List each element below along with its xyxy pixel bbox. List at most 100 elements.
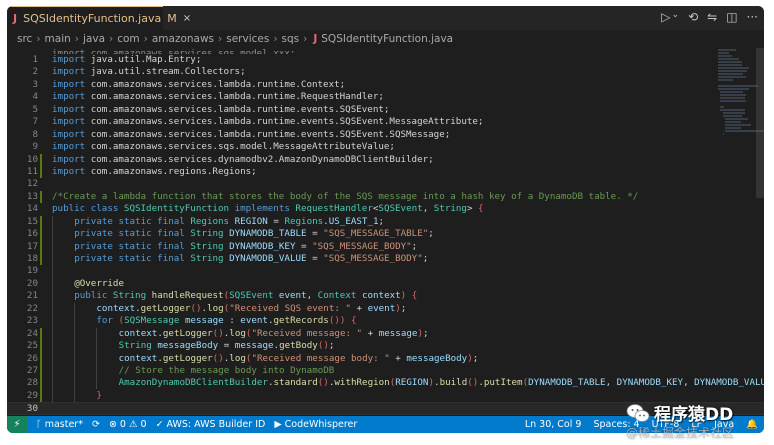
code-line[interactable]: 16 private static final String DYNAMODB_T… xyxy=(7,228,764,241)
git-added-gutter[interactable] xyxy=(40,228,42,241)
problems-indicator[interactable]: ⊗ 0 ⚠ 0 xyxy=(109,419,147,430)
code-token: import xyxy=(52,66,91,78)
git-added-gutter[interactable] xyxy=(40,340,42,353)
line-number: 15 xyxy=(26,215,38,227)
code-line[interactable]: 4 import com.amazonaws.services.lambda.ru… xyxy=(7,91,764,103)
aws-connection[interactable]: ✓ AWS: AWS Builder ID xyxy=(156,419,266,430)
git-added-gutter[interactable] xyxy=(40,352,42,365)
code-text: private static final String DYNAMODB_VAL… xyxy=(52,253,428,265)
git-added-gutter[interactable] xyxy=(40,165,42,179)
code-token: private static final xyxy=(74,215,191,227)
code-editor[interactable]: import com.amazonaws.services.sqs.model.… xyxy=(7,48,764,416)
git-added-gutter[interactable] xyxy=(40,240,42,253)
breadcrumb-item[interactable]: sqs xyxy=(282,33,300,45)
code-token: messageBody xyxy=(157,340,219,352)
code-line[interactable]: 1 import java.util.Map.Entry; xyxy=(7,54,764,66)
code-token: REGION xyxy=(234,215,268,227)
code-token: DYNAMODB_VALUE xyxy=(694,377,764,389)
code-token: withRegion xyxy=(334,377,390,389)
branch-name: master* xyxy=(44,419,83,430)
minimap-line xyxy=(720,97,746,99)
code-line[interactable]: 13 /*Create a lambda function that stores… xyxy=(7,190,764,204)
code-line[interactable]: 26 context.getLogger().log("Received mess… xyxy=(7,352,764,365)
code-line[interactable]: 9 import com.amazonaws.services.sqs.model… xyxy=(7,141,764,153)
code-token: message xyxy=(234,340,274,352)
code-line[interactable]: 28 AmazonDynamoDBClientBuilder.standard()… xyxy=(7,377,764,390)
tab-modified-indicator: M xyxy=(167,12,177,25)
code-line[interactable]: 19 xyxy=(7,265,764,277)
code-line[interactable]: 18 private static final String DYNAMODB_V… xyxy=(7,253,764,266)
code-line[interactable]: 20 @Override xyxy=(7,278,764,290)
code-line[interactable]: 5 import com.amazonaws.services.lambda.ru… xyxy=(7,104,764,116)
code-token: AmazonDynamoDBClientBuilder xyxy=(118,377,268,389)
remote-icon[interactable]: ⚡ xyxy=(7,416,27,433)
breadcrumb-item[interactable]: amazonaws xyxy=(152,33,214,45)
code-line[interactable]: 3 import com.amazonaws.services.lambda.ru… xyxy=(7,79,764,91)
split-editor-icon[interactable]: ◫ xyxy=(726,10,737,24)
code-text: import java.util.stream.Collectors; xyxy=(52,66,246,78)
git-added-gutter[interactable] xyxy=(40,364,42,378)
line-number: 28 xyxy=(26,377,38,389)
code-text: import com.amazonaws.services.lambda.run… xyxy=(52,91,384,103)
code-token: SQSEvent xyxy=(229,290,279,302)
scrollbar[interactable] xyxy=(756,48,764,198)
more-actions-icon[interactable]: ··· xyxy=(747,10,758,24)
breadcrumb-item[interactable]: com xyxy=(117,33,139,45)
run-icon[interactable]: ▷ xyxy=(661,10,670,24)
code-line[interactable]: 15 private static final Regions REGION = … xyxy=(7,215,764,229)
tab-filename: SQSIdentityFunction.java xyxy=(23,12,162,25)
open-changes-icon[interactable]: ⇋ xyxy=(707,10,717,24)
git-added-gutter[interactable] xyxy=(40,153,42,166)
git-added-gutter[interactable] xyxy=(40,215,42,229)
code-token: () xyxy=(467,377,479,389)
chevron-down-icon[interactable]: ⌄ xyxy=(672,10,680,24)
code-token: import xyxy=(52,91,91,103)
code-token: SQSIdentityFunction xyxy=(123,203,235,215)
code-token: getBody xyxy=(279,340,318,352)
code-line[interactable]: 24 context.getLogger().log("Received mess… xyxy=(7,327,764,341)
git-added-gutter[interactable] xyxy=(40,377,42,390)
minimap[interactable] xyxy=(718,48,764,188)
codewhisperer-indicator[interactable]: ▶ CodeWhisperer xyxy=(274,419,357,430)
breadcrumb-item[interactable]: services xyxy=(226,33,269,45)
watermark: 程序猿DD @稀土掘金技术社区 xyxy=(612,398,774,443)
git-added-gutter[interactable] xyxy=(40,327,42,341)
sync-icon[interactable]: ⟳ xyxy=(92,419,100,430)
breadcrumb-item[interactable]: java xyxy=(83,33,105,45)
code-text: // Store the message body into DynamoDB xyxy=(52,365,335,377)
git-added-gutter[interactable] xyxy=(40,190,42,204)
code-line[interactable]: 22 context.getLogger().log("Received SQS … xyxy=(7,303,764,315)
code-line[interactable]: 14 public class SQSIdentityFunction imple… xyxy=(7,203,764,215)
code-token: handleRequest xyxy=(151,290,224,302)
code-line[interactable]: 25 String messageBody = message.getBody()… xyxy=(7,340,764,353)
minimap-line xyxy=(718,85,758,87)
compare-changes-icon[interactable]: ⟲ xyxy=(688,10,698,24)
breadcrumb-item[interactable]: SQSIdentityFunction.java xyxy=(321,33,453,45)
aws-label: AWS: AWS Builder ID xyxy=(166,419,266,430)
code-line[interactable]: 11 import com.amazonaws.regions.Regions; xyxy=(7,165,764,179)
git-added-gutter[interactable] xyxy=(40,253,42,266)
breadcrumb-item[interactable]: main xyxy=(45,33,71,45)
branch-indicator[interactable]: ᚴ master* xyxy=(36,419,83,430)
code-line[interactable]: 10 import com.amazonaws.services.dynamodb… xyxy=(7,153,764,166)
code-line[interactable]: 27 // Store the message body into DynamoD… xyxy=(7,364,764,378)
code-line[interactable]: 21 public String handleRequest(SQSEvent e… xyxy=(7,290,764,302)
cursor-position[interactable]: Ln 30, Col 9 xyxy=(525,419,582,430)
code-line[interactable]: 17 private static final String DYNAMODB_K… xyxy=(7,240,764,253)
code-line[interactable]: 7 import com.amazonaws.services.lambda.ru… xyxy=(7,116,764,128)
git-added-gutter[interactable] xyxy=(40,389,42,403)
code-token: messageBody xyxy=(406,352,468,364)
breadcrumb-item[interactable]: src xyxy=(17,33,32,45)
close-icon[interactable]: × xyxy=(183,13,191,24)
minimap-line xyxy=(720,100,746,102)
chevron-right-icon: › xyxy=(273,33,278,45)
code-line[interactable]: 8 import com.amazonaws.services.lambda.ru… xyxy=(7,129,764,141)
code-line[interactable]: 23 for (SQSMessage message : event.getRec… xyxy=(7,315,764,327)
line-number: 9 xyxy=(32,141,38,153)
code-token: event xyxy=(278,290,307,302)
editor-tab[interactable]: J SQSIdentityFunction.java M × xyxy=(7,6,191,30)
code-line[interactable]: 12 xyxy=(7,178,764,190)
code-text: context.getLogger().log("Received messag… xyxy=(52,328,429,340)
minimap-line xyxy=(718,67,750,69)
code-line[interactable]: 2 import java.util.stream.Collectors; xyxy=(7,66,764,78)
